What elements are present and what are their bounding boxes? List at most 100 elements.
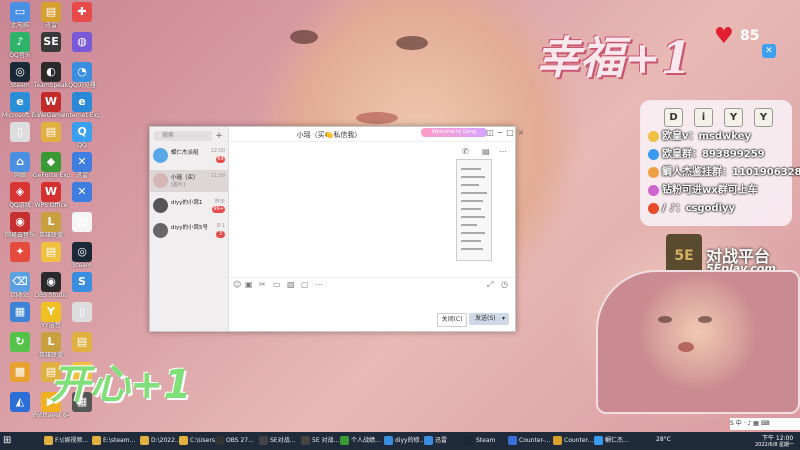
app-icon: ♪	[10, 32, 30, 52]
app-icon: ◉	[10, 212, 30, 232]
add-icon[interactable]: +	[214, 131, 224, 141]
conversation-name: 小瑶（买）	[171, 175, 199, 181]
cam-mouth	[678, 342, 694, 352]
app-icon: Y	[41, 302, 61, 322]
taskbar-label: 个人战绩...	[351, 437, 381, 444]
gif-icon[interactable]: ▣	[245, 280, 253, 289]
history-icon[interactable]: ◷	[501, 280, 508, 289]
taskbar-app-icon	[301, 436, 310, 445]
app-icon: S	[72, 272, 92, 292]
taskbar-item[interactable]: E:\steam...	[92, 433, 135, 449]
diyy-key: Y	[724, 108, 743, 127]
app-icon: W	[41, 182, 61, 202]
desktop-icon[interactable]: ✚	[64, 2, 100, 36]
conversation-time: 12:00	[210, 148, 225, 154]
conversation-item[interactable]: 蝶仁杰派组 12:00 69	[150, 145, 228, 167]
taskbar-item[interactable]: 迅雷	[424, 433, 447, 449]
info-row-text: 鲷人杰鉴挂群：1101906328	[662, 167, 800, 178]
conversation-time: 昨天	[214, 199, 225, 205]
taskbar-app-icon	[44, 436, 53, 445]
taskbar-app-icon	[215, 436, 224, 445]
info-row-text: 钻粉可进wx群可上车	[662, 185, 758, 196]
desktop-icon[interactable]: ▯	[64, 302, 100, 336]
emoji-icon[interactable]: ☺	[233, 280, 241, 289]
taskbar-item[interactable]: diyy的修...	[384, 433, 425, 449]
qq-conversation-sidebar: 搜索 + 蝶仁杰派组 12:00 69 小瑶（买） [图片] 11:59 diyy的小窝1 昨…	[150, 127, 229, 331]
wallpaper-eye-right	[396, 36, 428, 50]
desktop-icon[interactable]: ◎ Steam	[64, 242, 100, 276]
taskbar-item[interactable]: 5E 对战...	[301, 433, 339, 449]
send-button[interactable]: 发送(S) ▾	[469, 313, 509, 325]
folder-icon[interactable]: ▭	[273, 280, 281, 289]
unread-badge: 69	[216, 156, 225, 163]
chat-title: 小瑶（买🍋私信我）	[296, 131, 362, 139]
close-button[interactable]: 关闭(C)	[437, 313, 467, 327]
desktop-icon[interactable]: Q QQ	[64, 122, 100, 156]
app-icon: ▯	[72, 302, 92, 322]
taskbar-item[interactable]: SE对战...	[259, 433, 295, 449]
conversation-item[interactable]: 小瑶（买） [图片] 11:59	[150, 170, 228, 192]
taskbar-item[interactable]: Counter...	[553, 433, 593, 449]
app-icon: e	[72, 92, 92, 112]
arrow-badge-icon: ✕	[762, 44, 776, 58]
taskbar-item[interactable]: 个人战绩...	[340, 433, 381, 449]
info-row-icon	[648, 184, 659, 196]
maximize-icon[interactable]: □	[505, 128, 515, 138]
send-arrow[interactable]: ▾	[502, 313, 505, 325]
cam-eye-right	[698, 316, 712, 323]
taskbar-label: OBS 27...	[226, 437, 254, 444]
ime-toolbar[interactable]: S 中 · ♪ ▦ ⌨	[730, 418, 800, 430]
desktop-icon[interactable]: ✕	[64, 182, 100, 216]
taskbar-item[interactable]: F:\(娱视频...	[44, 433, 88, 449]
qq-chat-window[interactable]: 搜索 + 蝶仁杰派组 12:00 69 小瑶（买） [图片] 11:59 diyy的小窝1 昨…	[149, 126, 524, 332]
phone-icon[interactable]: ✆	[462, 147, 469, 156]
desktop-icon[interactable]: ▤	[64, 212, 100, 246]
app-icon: ◎	[10, 62, 30, 82]
app-icon: ▤	[41, 242, 61, 262]
chat-input-toolbar: ☺ ▣ ✂ ▭ ▨ ▢ ⋯ ⤢ ◷	[229, 277, 515, 292]
desktop-icon[interactable]: eInternet Explorer	[64, 92, 100, 126]
desktop-icon[interactable]: ◔ QQ浏览器	[64, 62, 100, 96]
app-icon: ◐	[41, 62, 61, 82]
taskbar-label: Counter...	[564, 437, 594, 444]
scissors-icon[interactable]: ✂	[259, 280, 266, 289]
desktop-icon[interactable]: ✕ 迅雷	[64, 152, 100, 186]
desktop-icon[interactable]: S	[64, 272, 100, 306]
more-icon[interactable]: ⋯	[499, 147, 507, 156]
image-icon[interactable]: ▨	[287, 280, 295, 289]
taskbar-label: D:\2022...	[151, 437, 181, 444]
webcam-overlay	[596, 270, 800, 414]
pin-icon[interactable]: ◫	[485, 128, 495, 138]
app-icon: ▤	[72, 332, 92, 352]
app-icon: L	[41, 332, 61, 352]
expand-icon[interactable]: ⤢	[487, 280, 493, 290]
wallpaper-eye-left	[290, 30, 318, 44]
chat-image-thumbnail[interactable]	[456, 159, 492, 261]
folder-icon[interactable]: ▤	[482, 147, 490, 156]
taskbar-item[interactable]: Counter-...	[508, 433, 550, 449]
screen-icon[interactable]: ▢	[301, 280, 309, 289]
conversation-item[interactable]: diyy的小窝5号 8-1 3	[150, 220, 228, 242]
taskbar-item[interactable]: 鲷仁杰...	[594, 433, 629, 449]
conversation-item[interactable]: diyy的小窝1 昨天 99+	[150, 195, 228, 217]
more-icon[interactable]: ⋯	[315, 280, 323, 289]
app-icon: ▯	[10, 122, 30, 142]
weather-text[interactable]: 28°C	[656, 436, 671, 443]
qq-search-input[interactable]: 搜索	[154, 131, 212, 141]
taskbar-item[interactable]: D:\2022...	[140, 433, 181, 449]
info-row: 鲷人杰鉴挂群：1101906328	[648, 165, 800, 181]
close-icon[interactable]: ×	[516, 128, 526, 138]
clock-date[interactable]: 2022/6/8 星期一	[755, 441, 794, 448]
taskbar-item[interactable]: Steam	[465, 433, 495, 449]
stream-info-panel: DiYY 欧皇v：msdwkey 欧皇群：893899259 鲷人杰鉴挂群：1101…	[640, 100, 800, 226]
diyy-key: D	[664, 108, 683, 127]
taskbar-app-icon	[340, 436, 349, 445]
desktop-icon-label: QQ	[77, 142, 87, 149]
app-icon: ▦	[10, 302, 30, 322]
start-button[interactable]: ⊞	[3, 433, 11, 449]
app-icon: ▩	[10, 362, 30, 382]
app-icon: ▤	[41, 2, 61, 22]
minimize-icon[interactable]: −	[495, 128, 505, 138]
desktop-icon[interactable]: ◍	[64, 32, 100, 66]
taskbar-item[interactable]: OBS 27...	[215, 433, 254, 449]
